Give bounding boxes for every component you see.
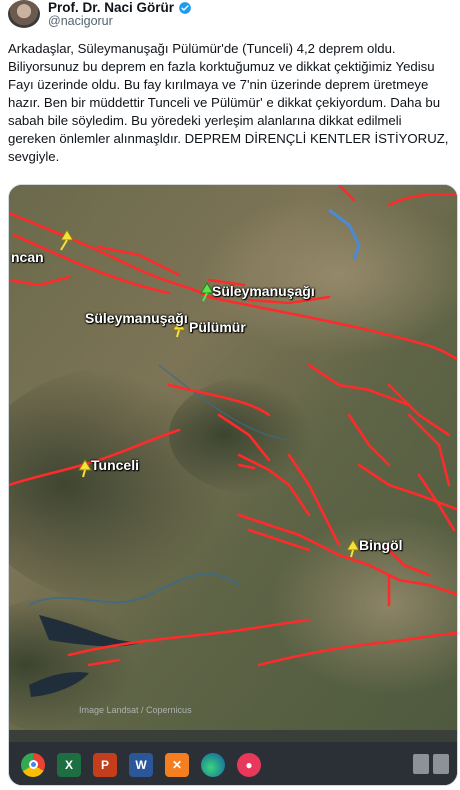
- edge-icon[interactable]: [201, 752, 225, 777]
- tweet-header: Prof. Dr. Naci Görür @nacigorur: [8, 0, 452, 30]
- tweet-media-image[interactable]: ncan Süleymanuşağı Süleymanuşağı Pülümür…: [8, 184, 458, 786]
- map-label-tunceli: Tunceli: [91, 457, 139, 473]
- map-label-suleymanusagi-left: Süleymanuşağı: [85, 310, 188, 326]
- map-label-pulumur: Pülümür: [189, 319, 246, 335]
- screen-bezel: [9, 730, 457, 742]
- tweet-text: Arkadaşlar, Süleymanuşağı Pülümür'de (Tu…: [8, 41, 449, 164]
- powerpoint-icon[interactable]: P: [93, 752, 117, 777]
- image-credit: Image Landsat / Copernicus: [79, 705, 192, 715]
- xampp-icon[interactable]: ✕: [165, 752, 189, 777]
- fault-map: [9, 185, 457, 730]
- excel-icon[interactable]: X: [57, 752, 81, 777]
- display-name[interactable]: Prof. Dr. Naci Görür: [48, 0, 174, 15]
- verified-badge-icon: [179, 1, 191, 14]
- map-label-suleymanusagi-top: Süleymanuşağı: [212, 283, 315, 299]
- system-tray: [413, 754, 449, 774]
- avatar[interactable]: [8, 0, 40, 28]
- windows-taskbar: X P W ✕ ●: [9, 742, 457, 785]
- map-label-erzincan: ncan: [11, 249, 44, 265]
- chrome-icon[interactable]: [21, 752, 45, 777]
- word-icon[interactable]: W: [129, 752, 153, 777]
- app-icon[interactable]: ●: [237, 752, 261, 777]
- map-label-bingol: Bingöl: [359, 537, 403, 553]
- user-handle[interactable]: @nacigorur: [48, 14, 113, 28]
